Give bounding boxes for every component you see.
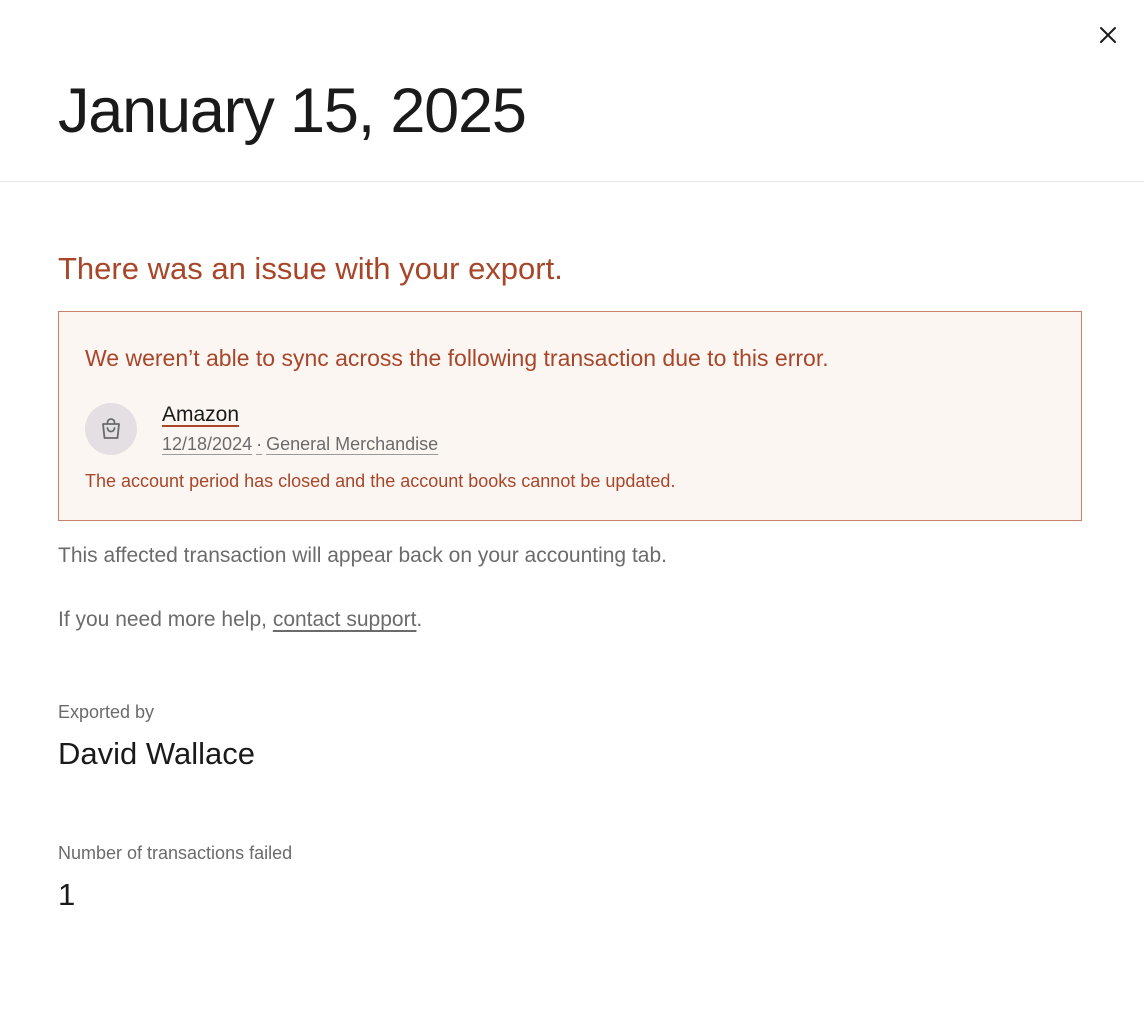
help-suffix: . xyxy=(416,608,423,631)
failed-count-value: 1 xyxy=(58,877,76,912)
transaction-meta: 12/18/2024 · General Merchandise xyxy=(162,432,438,456)
page-title: January 15, 2025 xyxy=(58,76,527,146)
exported-by-label: Exported by xyxy=(58,702,155,722)
shopping-bag-icon xyxy=(102,418,120,439)
transaction-category: General Merchandise xyxy=(266,434,439,454)
transaction-name-link[interactable]: Amazon xyxy=(162,401,239,429)
transaction-error-message: The account period has closed and the ac… xyxy=(85,471,676,491)
meta-separator: · xyxy=(256,434,263,454)
exported-by-value: David Wallace xyxy=(58,736,255,771)
transaction-date: 12/18/2024 xyxy=(162,434,253,454)
error-callout: We weren’t able to sync across the follo… xyxy=(58,311,1082,521)
affected-transaction-note: This affected transaction will appear ba… xyxy=(58,544,667,567)
help-text: If you need more help, contact support. xyxy=(58,605,422,635)
close-icon xyxy=(1100,27,1116,43)
error-callout-title: We weren’t able to sync across the follo… xyxy=(85,345,829,371)
error-heading: There was an issue with your export. xyxy=(58,251,563,286)
failed-count-label: Number of transactions failed xyxy=(58,843,293,863)
transaction-avatar xyxy=(85,403,137,455)
help-prefix: If you need more help, xyxy=(58,608,273,631)
panel-header: January 15, 2025 xyxy=(0,0,1144,182)
close-button[interactable] xyxy=(1094,21,1122,49)
export-details-panel: January 15, 2025 There was an issue with… xyxy=(0,0,1144,1010)
contact-support-link[interactable]: contact support xyxy=(273,608,417,631)
